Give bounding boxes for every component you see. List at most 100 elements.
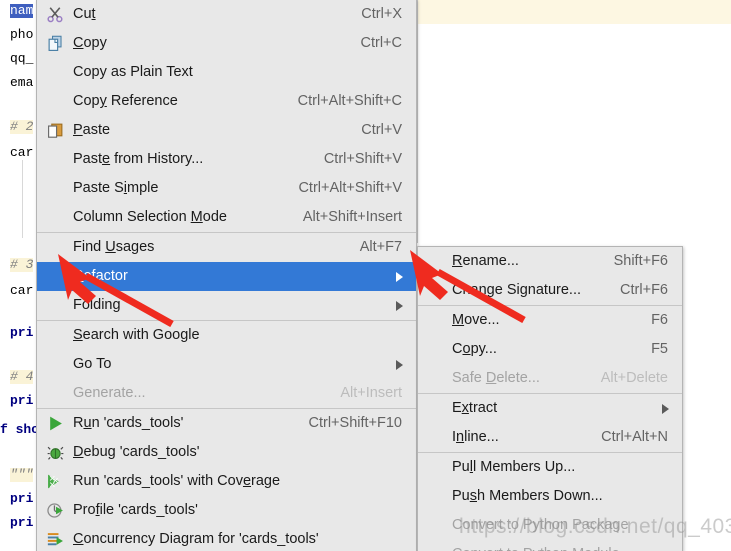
menu-item-label: Concurrency Diagram for 'cards_tools'	[73, 531, 319, 547]
code-line: pri	[10, 491, 34, 506]
chevron-right-icon	[654, 403, 682, 414]
refactor-submenu[interactable]: Rename... Shift+F6 Change Signature... Ctrl…	[417, 246, 683, 551]
menu-item-label: Convert to Python Package	[452, 517, 629, 533]
code-line: """	[10, 467, 34, 482]
run-icon-slot	[37, 409, 73, 438]
menu-item-shortcut: Ctrl+Shift+F10	[308, 415, 403, 431]
menu-item-run-cards-tools[interactable]: Run 'cards_tools' Ctrl+Shift+F10	[37, 409, 416, 438]
menu-item-shortcut: Alt+Shift+Insert	[302, 209, 402, 225]
menu-item-safe-delete: Safe Delete... Alt+Delete	[418, 364, 682, 393]
screenshot-root: nam pho qq_ ema # 2 car # 3 car pri # 4 pri f sho ""…	[0, 0, 731, 551]
menu-item-label: Inline...	[452, 429, 499, 445]
menu-item-label: Debug 'cards_tools'	[73, 444, 200, 460]
profile-icon-slot	[37, 496, 73, 525]
code-line: car	[10, 283, 34, 298]
editor-vertical-divider-2	[417, 0, 418, 243]
menu-item-shortcut: Ctrl+Alt+Shift+V	[298, 180, 402, 196]
menu-icon-slot-empty	[418, 276, 442, 305]
menu-item-label: Extract	[452, 400, 498, 416]
menu-item-label: Refactor	[73, 268, 128, 284]
menu-icon-slot-empty	[37, 145, 73, 174]
menu-item-label: Copy Reference	[73, 93, 178, 109]
menu-item-paste-from-history[interactable]: Paste from History... Ctrl+Shift+V	[37, 145, 416, 174]
menu-item-label: Pull Members Up...	[452, 459, 576, 475]
menu-icon-slot-empty	[37, 321, 73, 350]
run-icon	[49, 416, 62, 431]
menu-item-shortcut: Ctrl+V	[361, 122, 402, 138]
menu-item-shortcut: Ctrl+C	[360, 35, 403, 51]
scissors-icon-slot	[37, 0, 73, 29]
code-line: # 4	[10, 369, 34, 384]
menu-item-move[interactable]: Move... F6	[418, 306, 682, 335]
menu-icon-slot-empty	[418, 453, 442, 482]
menu-item-label: Paste	[73, 122, 111, 138]
menu-item-debug-cards-tools[interactable]: Debug 'cards_tools'	[37, 438, 416, 467]
menu-item-paste[interactable]: Paste Ctrl+V	[37, 116, 416, 145]
menu-item-pull-members-up[interactable]: Pull Members Up...	[418, 453, 682, 482]
editor-context-menu[interactable]: Cut Ctrl+X Copy Ctrl+C Copy as Plain Text Cop…	[36, 0, 417, 551]
code-line: car	[10, 145, 34, 160]
menu-item-label: Profile 'cards_tools'	[73, 502, 198, 518]
menu-item-label: Push Members Down...	[452, 488, 603, 504]
menu-item-shortcut: Ctrl+Alt+Shift+C	[297, 93, 402, 109]
code-line: nam	[10, 3, 34, 18]
debug-icon	[47, 446, 63, 460]
menu-icon-slot-empty	[418, 335, 442, 364]
menu-item-label: Run 'cards_tools'	[73, 415, 184, 431]
menu-item-label: Column Selection Mode	[73, 209, 227, 225]
menu-icon-slot-empty	[37, 87, 73, 116]
menu-item-go-to[interactable]: Go To	[37, 350, 416, 379]
menu-item-label: Rename...	[452, 253, 519, 269]
menu-item-label: Paste from History...	[73, 151, 204, 167]
menu-icon-slot-empty	[37, 58, 73, 87]
menu-icon-slot-empty	[37, 379, 73, 408]
clipboard-icon	[47, 123, 62, 138]
copy-icon	[48, 35, 62, 51]
copy-icon-slot	[37, 29, 73, 58]
menu-item-folding[interactable]: Folding	[37, 291, 416, 320]
menu-item-find-usages[interactable]: Find Usages Alt+F7	[37, 233, 416, 262]
menu-item-run-with-coverage[interactable]: Run 'cards_tools' with Coverage	[37, 467, 416, 496]
menu-item-inline[interactable]: Inline... Ctrl+Alt+N	[418, 423, 682, 452]
chevron-right-icon	[388, 300, 416, 311]
highlight-band-top	[418, 0, 731, 24]
code-line: qq_	[10, 51, 34, 66]
scissors-icon	[46, 7, 63, 23]
code-line: pri	[10, 393, 34, 408]
code-line: f sho	[0, 422, 40, 437]
menu-icon-slot-empty	[418, 423, 442, 452]
menu-item-rename[interactable]: Rename... Shift+F6	[418, 247, 682, 276]
menu-item-shortcut: Ctrl+Shift+V	[323, 151, 402, 167]
menu-item-copy-as-plain-text[interactable]: Copy as Plain Text	[37, 58, 416, 87]
menu-item-search-with-google[interactable]: Search with Google	[37, 321, 416, 350]
menu-item-concurrency-diagram[interactable]: Concurrency Diagram for 'cards_tools'	[37, 525, 416, 551]
code-line: pri	[10, 325, 34, 340]
menu-item-copy[interactable]: Copy... F5	[418, 335, 682, 364]
menu-icon-slot-empty	[418, 247, 442, 276]
menu-item-label: Safe Delete...	[452, 370, 540, 386]
menu-icon-slot-empty	[37, 350, 73, 379]
menu-item-label: Folding	[73, 297, 121, 313]
menu-item-column-selection-mode[interactable]: Column Selection Mode Alt+Shift+Insert	[37, 203, 416, 232]
menu-icon-slot-empty	[418, 511, 442, 540]
menu-item-push-members-down[interactable]: Push Members Down...	[418, 482, 682, 511]
menu-item-extract[interactable]: Extract	[418, 394, 682, 423]
menu-icon-slot-empty	[37, 291, 73, 320]
menu-item-shortcut: Ctrl+Alt+N	[601, 429, 668, 445]
menu-item-shortcut: F6	[651, 312, 668, 328]
menu-icon-slot-empty	[37, 174, 73, 203]
menu-item-profile-cards-tools[interactable]: Profile 'cards_tools'	[37, 496, 416, 525]
menu-item-convert-to-python-module: Convert to Python Module	[418, 540, 682, 551]
menu-item-cut[interactable]: Cut Ctrl+X	[37, 0, 416, 29]
code-line: ema	[10, 75, 34, 90]
menu-item-copy-reference[interactable]: Copy Reference Ctrl+Alt+Shift+C	[37, 87, 416, 116]
code-line: # 2	[10, 119, 34, 134]
menu-item-paste-simple[interactable]: Paste Simple Ctrl+Alt+Shift+V	[37, 174, 416, 203]
menu-item-refactor[interactable]: Refactor	[37, 262, 416, 291]
concurrency-icon-slot	[37, 525, 73, 551]
menu-item-copy[interactable]: Copy Ctrl+C	[37, 29, 416, 58]
menu-item-shortcut: Alt+Delete	[600, 370, 668, 386]
menu-item-shortcut: Alt+Insert	[340, 385, 402, 401]
menu-item-label: Copy...	[452, 341, 497, 357]
menu-item-change-signature[interactable]: Change Signature... Ctrl+F6	[418, 276, 682, 305]
